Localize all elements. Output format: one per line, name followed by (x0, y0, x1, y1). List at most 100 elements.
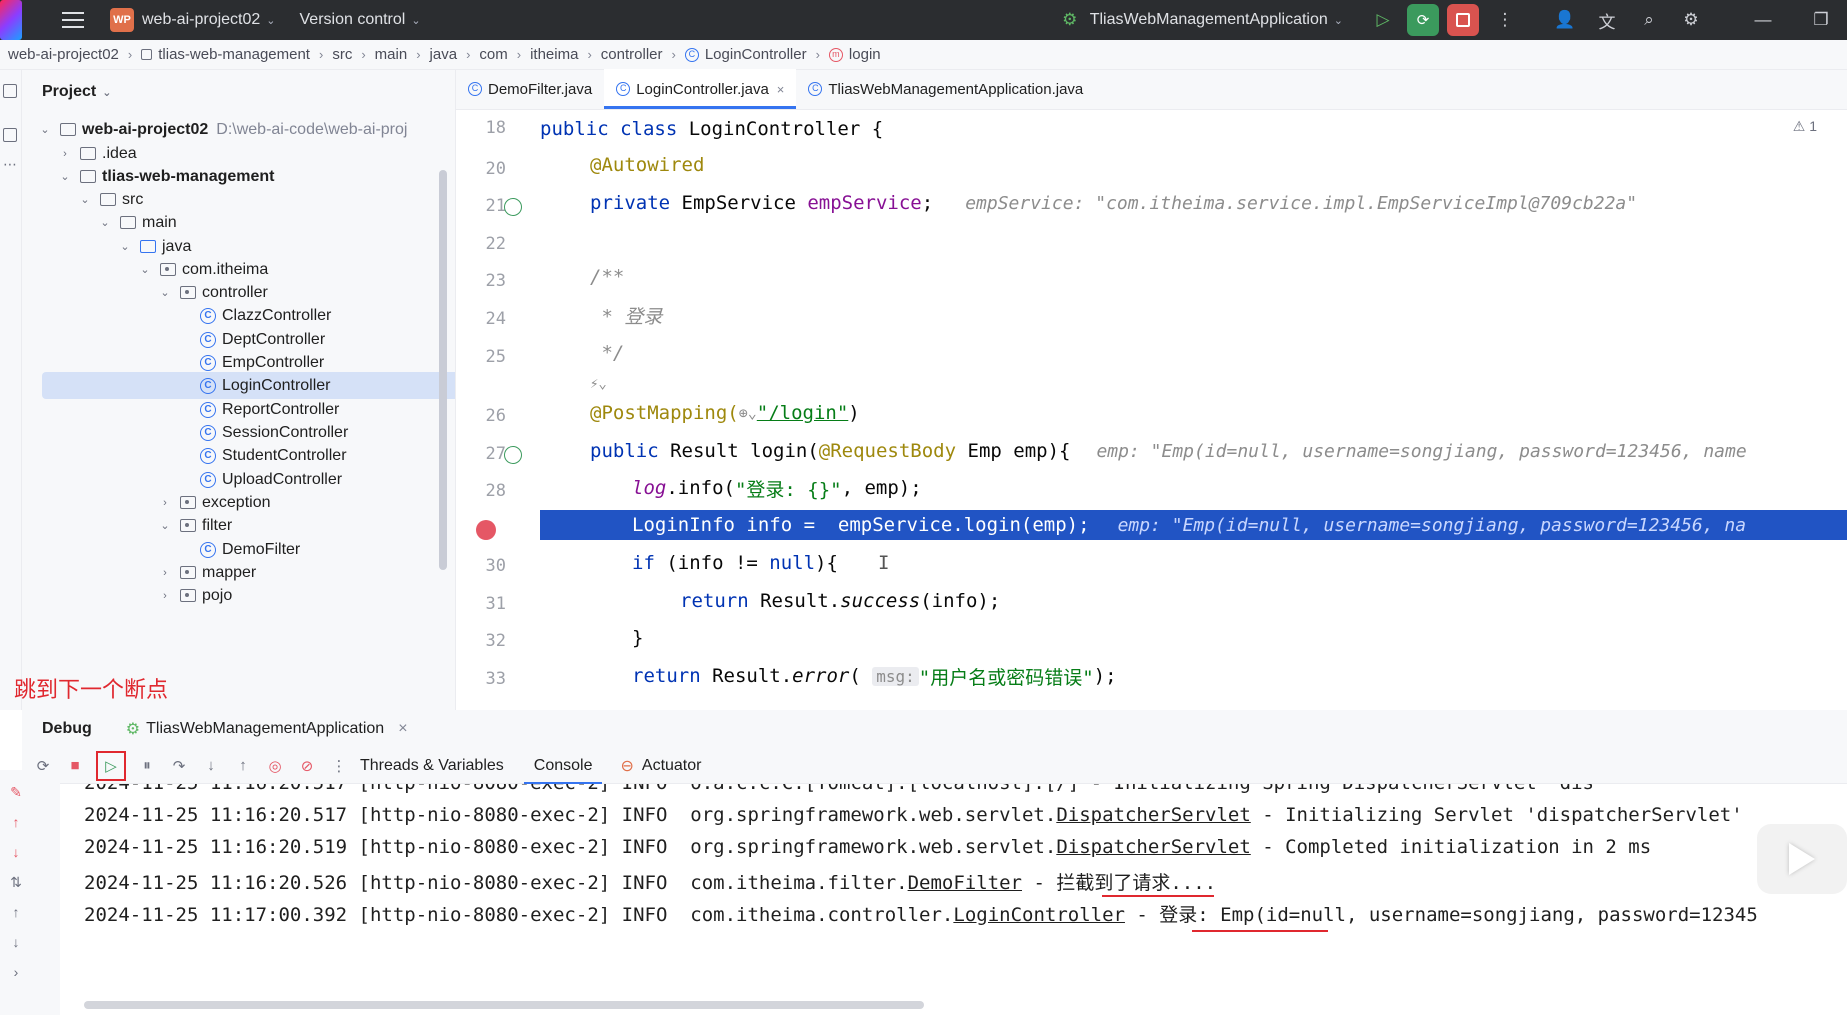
down-arrow-icon[interactable]: ↓ (8, 844, 24, 860)
vcs-menu[interactable]: Version control (300, 11, 406, 29)
tree-item-label: com.itheima (182, 260, 269, 278)
tree-item-class[interactable]: C ClazzController (22, 302, 452, 329)
view-breakpoints-icon[interactable]: ◎ (264, 755, 286, 777)
class-icon: C (200, 471, 216, 488)
log-text: 2024-11-25 11:16:20.519 [http-nio-8080-e… (84, 836, 1057, 858)
scroll-down-icon[interactable]: ↓ (8, 934, 24, 950)
breadcrumb-item-itheima[interactable]: itheima (530, 46, 578, 63)
resume-program-button[interactable]: ▷ (96, 750, 126, 781)
tree-item-main[interactable]: ⌄ main (22, 209, 452, 236)
breadcrumb-item-com[interactable]: com (479, 46, 507, 63)
code-vision-row[interactable]: ⚡⌄ (590, 369, 1847, 399)
log-class-link[interactable]: LoginController (953, 904, 1125, 926)
settings-gear-icon[interactable]: ⚙ (1675, 4, 1707, 36)
annotation-underline (1102, 895, 1214, 897)
module-icon (80, 170, 96, 183)
pause-program-icon[interactable]: ⏸ (136, 755, 158, 777)
breadcrumb-item-class[interactable]: C LoginController (684, 46, 807, 63)
code-editor[interactable]: ⚠ 1 public class LoginController { @Auto… (540, 110, 1847, 700)
translate-icon[interactable]: 文 (1591, 4, 1623, 36)
tree-item-pojo[interactable]: › pojo (22, 582, 452, 609)
code-token[interactable]: "/login" (757, 402, 849, 424)
main-menu-icon[interactable] (62, 12, 84, 28)
breadcrumb-item-module[interactable]: tlias-web-management (141, 46, 310, 63)
editor-gutter[interactable]: 18 20 21 22 23 24 25 26 27 28 30 31 32 3… (456, 110, 540, 700)
console-line: 2024-11-25 11:16:20.517 [http-nio-8080-e… (84, 784, 1594, 794)
step-into-icon[interactable]: ↓ (200, 755, 222, 777)
class-icon: C (200, 541, 216, 558)
project-panel-header[interactable]: Project ⌄ (22, 70, 455, 114)
console-line: 2024-11-25 11:17:00.392 [http-nio-8080-e… (84, 900, 1758, 927)
log-class-link[interactable]: DispatcherServlet (1056, 804, 1250, 826)
resume-program-icon[interactable]: ▷ (1367, 4, 1399, 36)
tree-item-label: LoginController (222, 376, 331, 394)
up-arrow-icon[interactable]: ↑ (8, 814, 24, 830)
package-icon (180, 286, 196, 299)
tree-item-filter[interactable]: ⌄ filter (22, 512, 452, 539)
step-out-icon[interactable]: ↑ (232, 755, 254, 777)
code-token: "登录: {}" (734, 478, 842, 501)
project-switcher[interactable]: web-ai-project02 (142, 11, 260, 29)
structure-tool-icon[interactable] (3, 128, 17, 142)
step-over-icon[interactable]: ↷ (168, 755, 190, 777)
tree-item-root[interactable]: ⌄ web-ai-project02 D:\web-ai-code\web-ai-p… (22, 116, 452, 143)
tree-item-class-selected[interactable]: C LoginController (42, 372, 455, 399)
code-token: empService (807, 192, 922, 214)
log-class-link[interactable]: DispatcherServlet (1056, 836, 1250, 858)
scroll-up-icon[interactable]: ↑ (8, 904, 24, 920)
code-token: @PostMapping( (590, 402, 739, 424)
console-horizontal-scrollbar[interactable] (84, 1001, 924, 1009)
tab-demofilter[interactable]: C DemoFilter.java (456, 69, 604, 109)
breadcrumb-item-src[interactable]: src (332, 46, 352, 63)
tab-console[interactable]: Console (523, 757, 603, 784)
tab-actuator[interactable]: Actuator (642, 757, 702, 775)
ai-actions-icon[interactable]: ⚡⌄ (590, 376, 607, 392)
breadcrumb-item-method[interactable]: m login (828, 46, 881, 63)
class-icon: C (684, 47, 699, 62)
package-icon (180, 566, 196, 579)
stop-button[interactable] (1447, 4, 1479, 36)
expand-icon[interactable]: › (8, 964, 24, 980)
close-icon[interactable]: × (777, 82, 785, 97)
tab-logincontroller[interactable]: C LoginController.java × (604, 69, 797, 109)
globe-icon[interactable]: ⊕⌄ (739, 404, 757, 422)
code-token: (info); (920, 590, 1001, 612)
minimize-icon[interactable]: — (1747, 4, 1779, 36)
add-user-icon[interactable]: 👤 (1549, 4, 1581, 36)
more-tools-icon[interactable]: ⋯ (3, 156, 17, 172)
editor-tabs: C DemoFilter.java C LoginController.java × … (456, 69, 1847, 110)
parameter-hint: msg: (872, 666, 919, 686)
run-config-selector[interactable]: TliasWebManagementApplication (1090, 11, 1328, 29)
stop-debug-icon[interactable]: ■ (64, 755, 86, 777)
inline-value-hint: emp: "Emp(id=null, username=songjiang, p… (1096, 440, 1747, 462)
soft-wrap-icon[interactable]: ⇅ (8, 874, 24, 890)
breadcrumb-item-controller[interactable]: controller (601, 46, 663, 63)
log-class-link[interactable]: DemoFilter (908, 872, 1022, 894)
mute-breakpoints-icon[interactable]: ⊘ (296, 755, 318, 777)
search-icon[interactable]: ⌕ (1633, 4, 1665, 36)
endpoint-mapping-icon[interactable] (504, 446, 522, 464)
debug-session-tab[interactable]: ⚙ TliasWebManagementApplication × (126, 719, 408, 739)
chevron-right-icon: › (466, 47, 471, 62)
console-output[interactable]: 2024-11-25 11:16:20.517 [http-nio-8080-e… (70, 784, 1847, 1015)
more-actions-icon[interactable]: ⋮ (1489, 4, 1521, 36)
rerun-button[interactable]: ⟳ (1407, 4, 1439, 36)
tab-application[interactable]: C TliasWebManagementApplication.java (796, 69, 1095, 109)
close-icon[interactable]: × (398, 720, 407, 738)
project-scrollbar[interactable] (439, 170, 447, 570)
breadcrumb-item-java[interactable]: java (430, 46, 458, 63)
restore-icon[interactable]: ❐ (1805, 4, 1837, 36)
autowired-bean-icon[interactable] (504, 198, 522, 216)
line-number: 30 (485, 556, 506, 576)
more-debug-actions-icon[interactable]: ⋮ (328, 755, 350, 777)
clear-console-icon[interactable]: ✎ (8, 784, 24, 800)
breakpoint-icon[interactable] (476, 520, 496, 540)
project-path: D:\web-ai-code\web-ai-proj (216, 120, 408, 138)
breadcrumb-item-project[interactable]: web-ai-project02 (8, 46, 119, 63)
video-play-icon[interactable] (1757, 824, 1847, 894)
tree-item-class[interactable]: C StudentController (22, 442, 452, 469)
class-icon: C (200, 447, 216, 464)
tab-threads-variables[interactable]: Threads & Variables (360, 757, 504, 775)
breadcrumb-item-main[interactable]: main (375, 46, 408, 63)
project-tool-icon[interactable] (3, 84, 17, 98)
